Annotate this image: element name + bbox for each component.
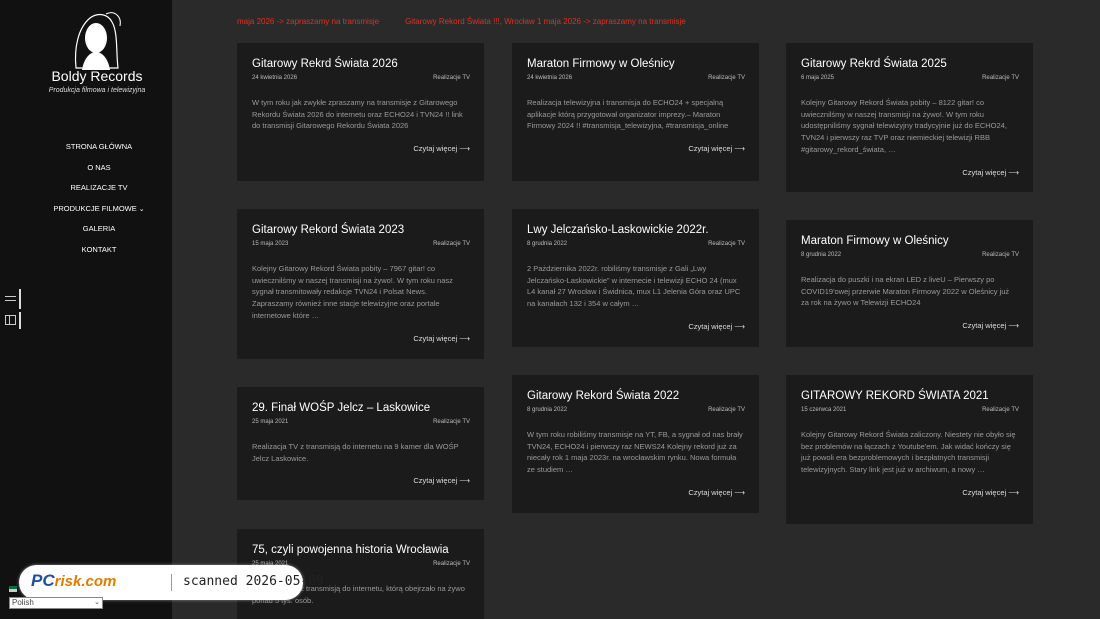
ticker-item[interactable]: maja 2026 -> zapraszamy na transmisje (237, 17, 379, 26)
nav-item-produkcje-filmowe[interactable]: PRODUKCJE FILMOWE ⌄ (0, 199, 198, 220)
post-category[interactable]: Realizacje TV (433, 561, 470, 571)
post-card: Lwy Jelczańsko-Laskowickie 2022r. 8 grud… (512, 209, 759, 347)
nav-item-label: O NAS (87, 162, 111, 172)
nav-item-realizacje-tv[interactable]: REALIZACJE TV (0, 178, 198, 199)
read-more-link[interactable]: Czytaj więcej ⟶ (801, 488, 1019, 497)
scan-date-text: scanned 2026-05-09 (183, 574, 324, 589)
nav-item-label: STRONA GŁÓWNA (65, 142, 133, 151)
ticker-item[interactable]: Gitarowy Rekord Świata !!!, Wrocław 1 ma… (405, 17, 686, 26)
post-date[interactable]: 24 kwietnia 2026 (527, 75, 572, 85)
post-date[interactable]: 24 kwietnia 2026 (252, 75, 297, 85)
read-more-link[interactable]: Czytaj więcej ⟶ (252, 144, 470, 153)
read-more-link[interactable]: Czytaj więcej ⟶ (527, 488, 745, 497)
post-excerpt: Realizacja telewizyjna i transmisja do E… (527, 98, 729, 131)
pcrisk-watermark: PCrisk.com scanned 2026-05-09 (19, 565, 324, 600)
post-excerpt: Kolejny Gitarowy Rekord Świata zaliczony… (801, 430, 1016, 475)
post-card: 29. Finał WOŚP Jelcz – Laskowice 25 maja… (237, 387, 484, 500)
nav-item-kontakt[interactable]: KONTAKT (0, 240, 198, 261)
post-excerpt: Kolejny Gitarowy Rekord Świata pobity – … (252, 264, 453, 320)
sidebar-toggle-icon[interactable] (5, 315, 16, 325)
post-title[interactable]: 75, czyli powojenna historia Wrocławia (252, 543, 470, 557)
read-more-link[interactable]: Czytaj więcej ⟶ (801, 321, 1019, 330)
post-excerpt: W tym roku robiliśmy transmisje na YT, F… (527, 430, 743, 475)
post-title[interactable]: Maraton Firmowy w Oleśnicy (801, 234, 1019, 248)
post-title[interactable]: 29. Finał WOŚP Jelcz – Laskowice (252, 401, 470, 415)
post-card: Gitarowy Rekrd Świata 2025 6 maja 2025 Re… (786, 43, 1033, 192)
post-category[interactable]: Realizacje TV (433, 75, 470, 85)
post-category[interactable]: Realizacje TV (708, 407, 745, 417)
post-card: Gitarowy Rekord Świata 2022 8 grudnia 20… (512, 375, 759, 513)
post-title[interactable]: Gitarowy Rekrd Świata 2025 (801, 57, 1019, 71)
post-category[interactable]: Realizacje TV (982, 252, 1019, 262)
main-nav: STRONA GŁÓWNA O NAS REALIZACJE TV PRODUK… (0, 137, 198, 260)
nav-item-label: PRODUKCJE FILMOWE (53, 203, 137, 213)
nav-item-label: KONTAKT (81, 244, 117, 254)
read-more-link[interactable]: Czytaj więcej ⟶ (527, 144, 745, 153)
nav-item-label: GALERIA (82, 224, 116, 233)
post-excerpt: Kolejny Gitarowy Rekord Świata pobity – … (801, 98, 1007, 154)
post-category[interactable]: Realizacje TV (433, 419, 470, 429)
post-category[interactable]: Realizacje TV (433, 241, 470, 251)
post-date[interactable]: 8 grudnia 2022 (527, 407, 567, 417)
boldy-records-logo[interactable] (68, 8, 124, 70)
post-date[interactable]: 8 grudnia 2022 (801, 252, 841, 262)
divider (171, 574, 172, 591)
post-date[interactable]: 15 maja 2023 (252, 241, 288, 251)
logo-pc: PC (31, 571, 55, 590)
post-excerpt: W tym roku jak zwykłe zpraszamy na trans… (252, 98, 463, 131)
post-excerpt: Realizacja do puszki i na ekran LED z li… (801, 275, 1010, 308)
read-more-link[interactable]: Czytaj więcej ⟶ (527, 322, 745, 331)
post-title[interactable]: Gitarowy Rekrd Świata 2026 (252, 57, 470, 71)
nav-item-galeria[interactable]: GALERIA (0, 219, 198, 240)
read-more-link[interactable]: Czytaj więcej ⟶ (252, 476, 470, 485)
menu-icon[interactable] (5, 294, 16, 304)
post-category[interactable]: Realizacje TV (982, 407, 1019, 417)
post-category[interactable]: Realizacje TV (982, 75, 1019, 85)
post-title[interactable]: Lwy Jelczańsko-Laskowickie 2022r. (527, 223, 745, 237)
flag-icon (9, 586, 17, 592)
pcrisk-logo: PCrisk.com (31, 571, 116, 591)
toggle-indicator (19, 312, 21, 329)
post-card: Maraton Firmowy w Oleśnicy 8 grudnia 202… (786, 220, 1033, 347)
post-card: Gitarowy Rekrd Świata 2026 24 kwietnia 2… (237, 43, 484, 181)
site-tagline: Produkcja filmowa i telewizyjna (48, 87, 146, 94)
language-selected: Polish (12, 598, 34, 607)
read-more-link[interactable]: Czytaj więcej ⟶ (252, 334, 470, 343)
read-more-link[interactable]: Czytaj więcej ⟶ (801, 168, 1019, 177)
post-title[interactable]: Gitarowy Rekord Świata 2022 (527, 389, 745, 403)
post-excerpt: Realizacja TV z transmisją do internetu … (252, 442, 459, 463)
post-date[interactable]: 6 maja 2025 (801, 75, 834, 85)
chevron-down-icon[interactable]: ⌄ (139, 200, 145, 221)
post-date[interactable]: 25 maja 2021 (252, 419, 288, 429)
announcement-ticker: maja 2026 -> zapraszamy na transmisje Git… (237, 17, 712, 26)
post-category[interactable]: Realizacje TV (708, 241, 745, 251)
nav-item-o-nas[interactable]: O NAS (0, 158, 198, 179)
post-date[interactable]: 8 grudnia 2022 (527, 241, 567, 251)
nav-item-label: REALIZACJE TV (70, 183, 128, 192)
post-date[interactable]: 15 czerwca 2021 (801, 407, 846, 417)
sidebar: Boldy Records Produkcja filmowa i telewi… (0, 0, 172, 619)
post-title[interactable]: Gitarowy Rekord Świata 2023 (252, 223, 470, 237)
post-card: Maraton Firmowy w Oleśnicy 24 kwietnia 2… (512, 43, 759, 181)
post-category[interactable]: Realizacje TV (708, 75, 745, 85)
nav-item-strona-glowna[interactable]: STRONA GŁÓWNA (0, 137, 198, 158)
active-indicator (19, 289, 21, 309)
post-card: Gitarowy Rekord Świata 2023 15 maja 2023… (237, 209, 484, 359)
post-title[interactable]: GITAROWY REKORD ŚWIATA 2021 (801, 389, 1019, 403)
post-card: GITAROWY REKORD ŚWIATA 2021 15 czerwca 2… (786, 375, 1033, 524)
logo-risk: risk.com (54, 573, 117, 590)
language-select[interactable]: Polish ⌄ (9, 597, 103, 609)
chevron-down-icon: ⌄ (94, 599, 100, 606)
site-title[interactable]: Boldy Records (0, 68, 194, 84)
post-excerpt: 2 Pażdziernika 2022r. robiliśmy transmis… (527, 264, 741, 309)
post-title[interactable]: Maraton Firmowy w Oleśnicy (527, 57, 745, 71)
